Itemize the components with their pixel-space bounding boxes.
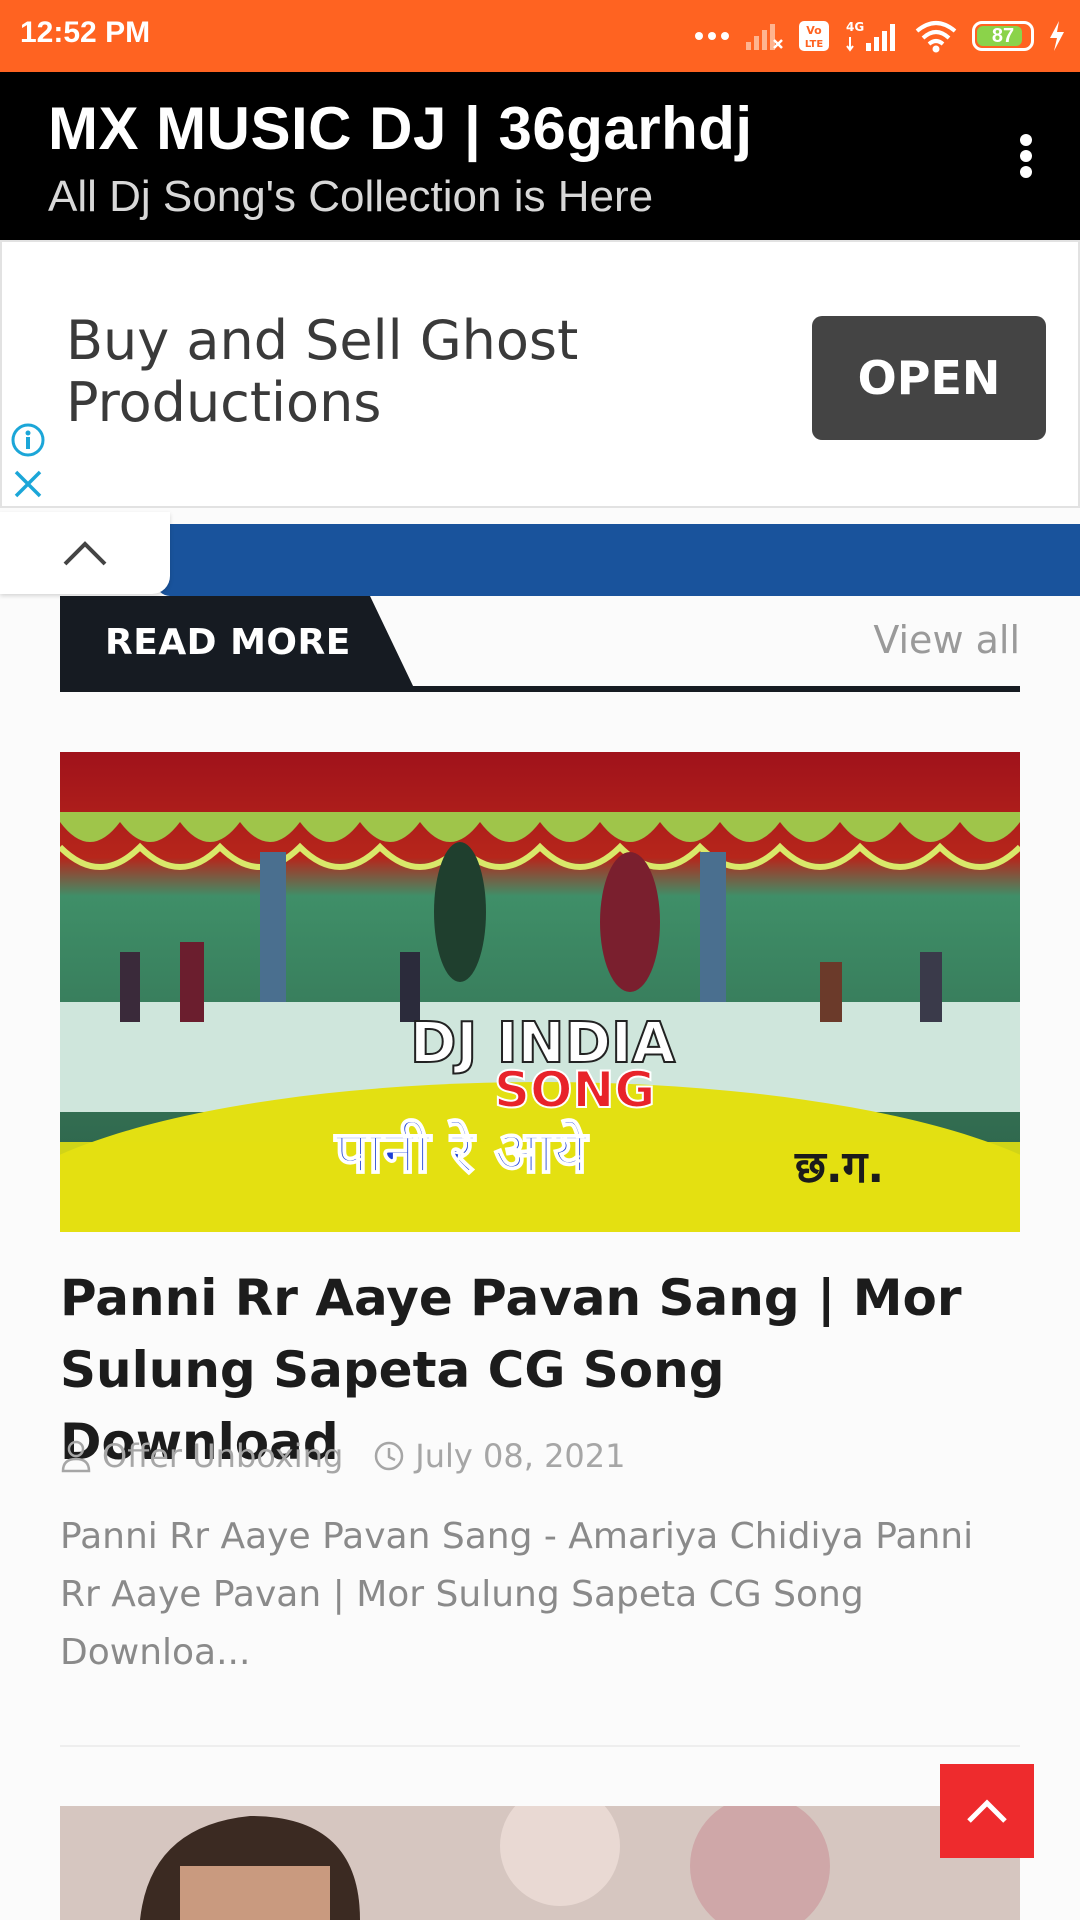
post-divider [60,1745,1020,1747]
battery-percent: 87 [991,24,1015,47]
post-date: July 08, 2021 [373,1437,626,1475]
charging-icon [1048,20,1066,52]
chevron-up-icon [967,1799,1007,1823]
status-bar: 12:52 PM Vo LTE 4G 87 [0,0,1080,72]
svg-text:Vo: Vo [806,24,822,37]
volte-icon: Vo LTE [798,20,830,52]
post-date-text: July 08, 2021 [415,1437,626,1475]
view-all-link[interactable]: View all [873,618,1020,662]
app-bar: MX MUSIC DJ | 36garhdj All Dj Song's Col… [0,72,1080,240]
ad-headline[interactable]: Buy and Sell Ghost Productions [66,310,686,434]
post-author-name[interactable]: Offer Unboxing [102,1437,343,1475]
post-author[interactable]: Offer Unboxing [60,1437,343,1475]
svg-text:LTE: LTE [805,39,824,50]
signal-no-service-icon [744,20,784,52]
more-notifications-icon [694,30,730,42]
chevron-up-icon [63,541,107,566]
info-icon[interactable] [10,422,46,463]
wifi-icon [914,19,958,53]
status-time: 12:52 PM [20,16,151,49]
close-icon[interactable] [10,466,46,507]
blue-banner-strip [156,524,1080,596]
post-thumbnail[interactable]: DJ INDIA SONG पानी रे आये छ.ग. [60,752,1020,1232]
ad-banner[interactable]: Buy and Sell Ghost Productions OPEN [0,240,1080,508]
post-meta: Offer Unboxing July 08, 2021 [60,1436,656,1476]
battery-icon: 87 [972,21,1034,51]
svg-text:4G: 4G [846,20,864,34]
section-title: READ MORE [105,622,351,663]
more-vert-icon[interactable] [1002,124,1050,188]
clock-icon [375,1441,404,1471]
ad-open-button[interactable]: OPEN [812,316,1046,440]
next-post-thumbnail[interactable] [60,1806,1020,1920]
app-subtitle: All Dj Song's Collection is Here [48,172,654,221]
signal-4g-icon: 4G [844,19,900,53]
section-header: READ MORE View all [60,596,1020,692]
app-title: MX MUSIC DJ | 36garhdj [48,95,753,162]
section-underline [60,686,1020,692]
back-to-top-button[interactable] [940,1764,1034,1858]
user-icon [61,1440,91,1473]
thumbnail-text-hindi: पानी रे आये [334,1118,590,1186]
post-excerpt: Panni Rr Aaye Pavan Sang - Amariya Chidi… [60,1516,974,1673]
collapse-ad-button[interactable] [0,512,170,594]
thumbnail-text-song: SONG [494,1061,655,1119]
status-icons: Vo LTE 4G 87 [694,14,1066,58]
thumbnail-text-region: छ.ग. [794,1142,884,1193]
